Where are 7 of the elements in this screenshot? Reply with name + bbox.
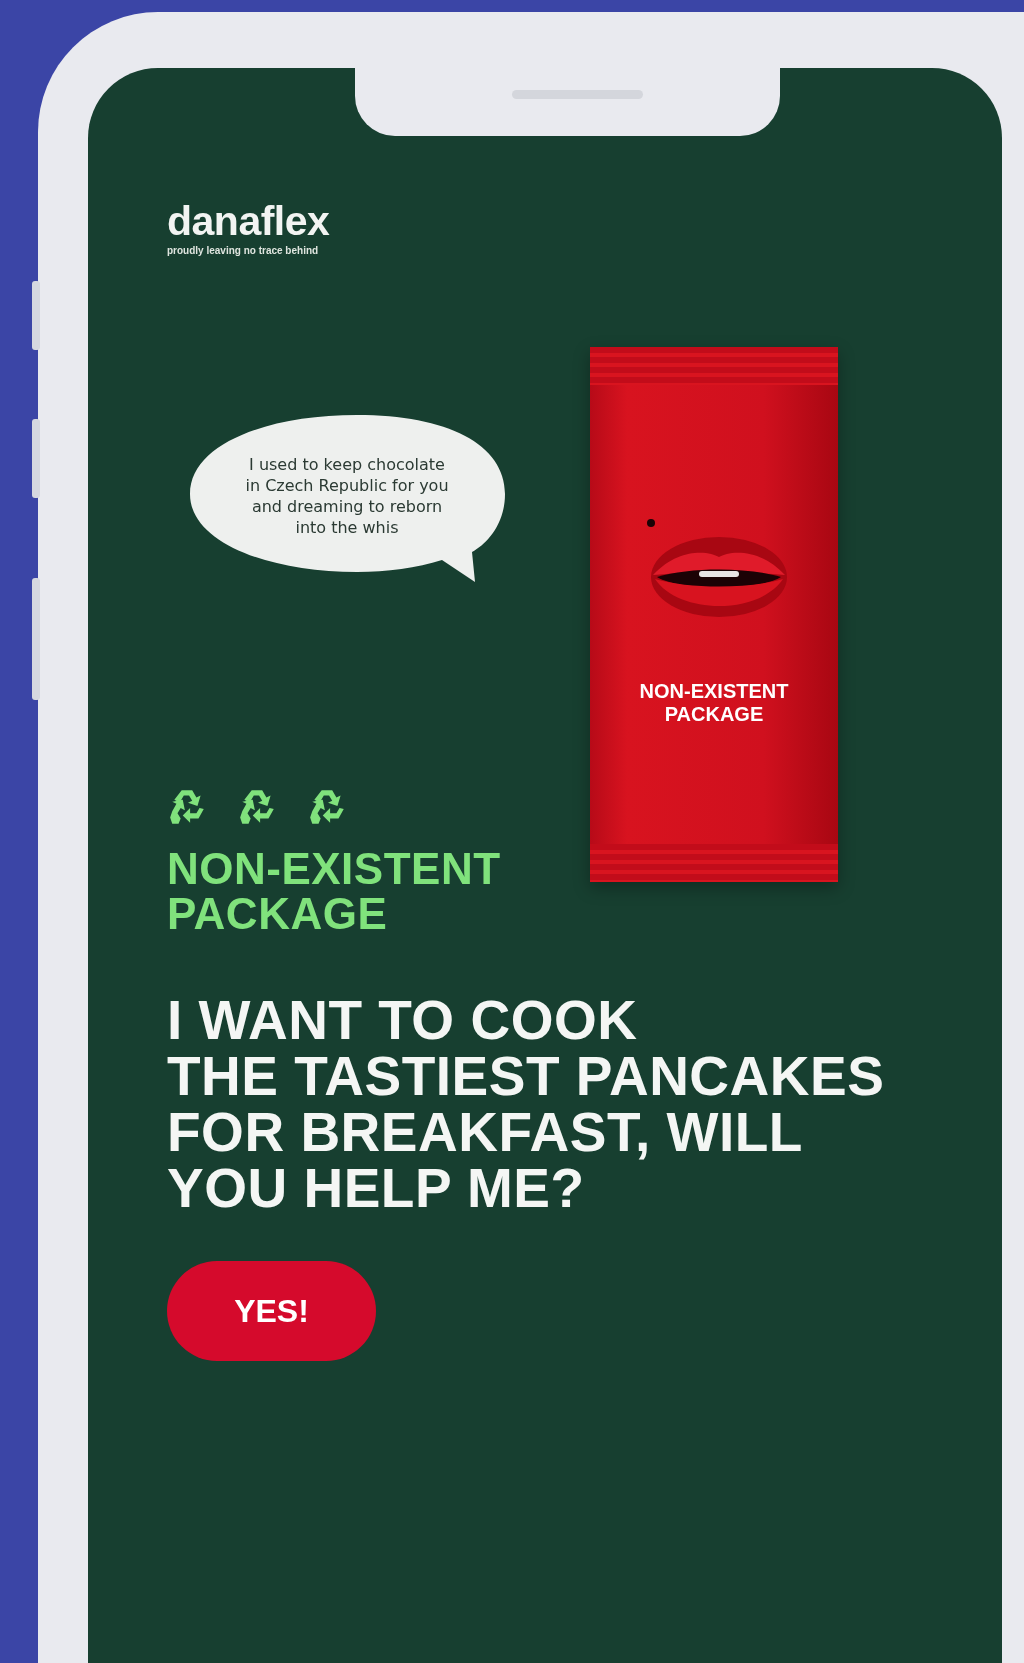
yes-button[interactable]: YES! [167, 1261, 376, 1361]
headline: I WANT TO COOK THE TASTIEST PANCAKES FOR BREAKFAST, WILL YOU HELP ME? [167, 992, 886, 1216]
bubble-text: I used to keep chocolate in Czech Republic for you and dreaming to reborn into the whis [244, 454, 450, 538]
package-heading: NON-EXISTENT PACKAGE [167, 846, 501, 936]
brand-logo: danaflex [167, 198, 330, 244]
brand-tagline: proudly leaving no trace behind [167, 244, 319, 257]
package-label: NON-EXISTENT PACKAGE [639, 680, 789, 726]
